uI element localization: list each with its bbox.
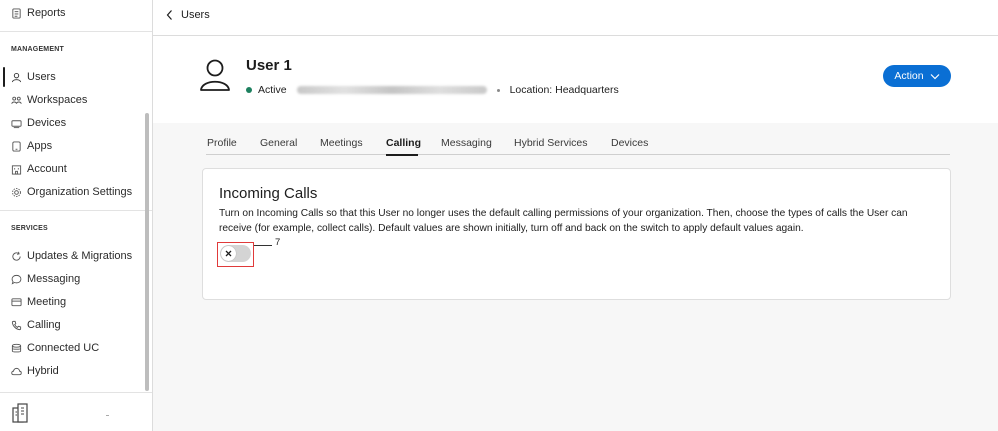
action-label: Action <box>894 70 924 82</box>
chevron-down-icon <box>930 73 940 79</box>
sidebar-item-account[interactable]: Account <box>10 159 67 179</box>
user-name: User 1 <box>246 57 292 74</box>
meeting-icon <box>10 296 22 308</box>
redacted-email <box>296 86 487 94</box>
account-icon <box>10 163 22 175</box>
user-status-row: Active Location: Headquarters <box>246 84 619 96</box>
stack-icon <box>10 342 22 354</box>
sidebar-item-calling[interactable]: Calling <box>10 315 61 335</box>
tab-general[interactable]: General <box>260 137 297 149</box>
callout-highlight-box <box>217 242 254 267</box>
sidebar: Reports MANAGEMENT Users Workspaces Devi… <box>0 0 153 431</box>
tab-hybrid-services[interactable]: Hybrid Services <box>514 137 588 149</box>
section-title-management: MANAGEMENT <box>11 46 64 53</box>
sidebar-item-updates-migrations[interactable]: Updates & Migrations <box>10 246 132 266</box>
action-button[interactable]: Action <box>883 65 951 87</box>
sidebar-item-label: Apps <box>27 140 53 152</box>
sidebar-item-label: Meeting <box>27 296 67 308</box>
separator-dot <box>496 88 500 92</box>
sidebar-item-users[interactable]: Users <box>10 67 56 87</box>
workspaces-icon <box>10 94 22 106</box>
incoming-calls-card: Incoming Calls Turn on Incoming Calls so… <box>202 168 951 300</box>
chevron-left-icon <box>166 10 172 20</box>
sidebar-item-label: Updates & Migrations <box>27 250 133 262</box>
user-header: User 1 Active Location: Headquarters Act… <box>153 36 998 123</box>
refresh-icon <box>10 250 22 262</box>
tab-calling[interactable]: Calling <box>386 137 421 149</box>
callout-leader-line <box>254 245 272 246</box>
status-text: Active <box>258 84 287 96</box>
section-title-services: SERVICES <box>11 225 48 232</box>
card-description: Turn on Incoming Calls so that this User… <box>219 208 908 234</box>
building-icon[interactable] <box>11 403 29 423</box>
tab-bar: Profile General Meetings Calling Messagi… <box>206 135 950 156</box>
footer-dot <box>106 415 109 416</box>
active-indicator <box>3 67 5 87</box>
sidebar-footer <box>0 392 152 431</box>
sidebar-item-label: Workspaces <box>27 94 88 106</box>
tab-messaging[interactable]: Messaging <box>441 137 492 149</box>
phone-icon <box>10 319 22 331</box>
callout-number: 7 <box>275 237 281 248</box>
active-tab-indicator <box>386 154 418 156</box>
sidebar-item-label: Account <box>27 163 67 175</box>
divider <box>0 31 152 32</box>
divider <box>0 210 152 211</box>
status-dot <box>246 87 252 93</box>
sidebar-item-label: Hybrid <box>27 365 59 377</box>
sidebar-item-organization-settings[interactable]: Organization Settings <box>10 182 132 202</box>
sidebar-scrollbar[interactable] <box>145 113 149 391</box>
card-title: Incoming Calls <box>219 185 318 202</box>
sidebar-item-connected-uc[interactable]: Connected UC <box>10 338 99 358</box>
sidebar-item-reports[interactable]: Reports <box>10 3 66 23</box>
back-label: Users <box>181 9 210 21</box>
sidebar-item-apps[interactable]: Apps <box>10 136 52 156</box>
devices-icon <box>10 117 22 129</box>
sidebar-item-messaging[interactable]: Messaging <box>10 269 80 289</box>
avatar <box>200 59 230 91</box>
main-content: Profile General Meetings Calling Messagi… <box>153 123 998 431</box>
gear-icon <box>10 186 22 198</box>
back-button[interactable]: Users <box>165 9 210 21</box>
sidebar-item-label: Connected UC <box>27 342 100 354</box>
tab-devices[interactable]: Devices <box>611 137 648 149</box>
sidebar-item-label: Organization Settings <box>27 186 133 198</box>
location-text: Location: Headquarters <box>509 84 619 96</box>
sidebar-item-label: Users <box>27 71 56 83</box>
sidebar-item-meeting[interactable]: Meeting <box>10 292 66 312</box>
sidebar-item-label: Messaging <box>27 273 81 285</box>
sidebar-item-hybrid[interactable]: Hybrid <box>10 361 59 381</box>
reports-icon <box>10 7 22 19</box>
user-icon <box>10 71 22 83</box>
topbar: Users <box>153 0 998 36</box>
sidebar-item-label: Reports <box>27 7 66 19</box>
cloud-icon <box>10 365 22 377</box>
sidebar-item-label: Calling <box>27 319 61 331</box>
sidebar-item-label: Devices <box>27 117 67 129</box>
tab-profile[interactable]: Profile <box>207 137 237 149</box>
chat-bubble-icon <box>10 273 22 285</box>
apps-icon <box>10 140 22 152</box>
sidebar-item-workspaces[interactable]: Workspaces <box>10 90 87 110</box>
tab-meetings[interactable]: Meetings <box>320 137 363 149</box>
sidebar-item-devices[interactable]: Devices <box>10 113 66 133</box>
